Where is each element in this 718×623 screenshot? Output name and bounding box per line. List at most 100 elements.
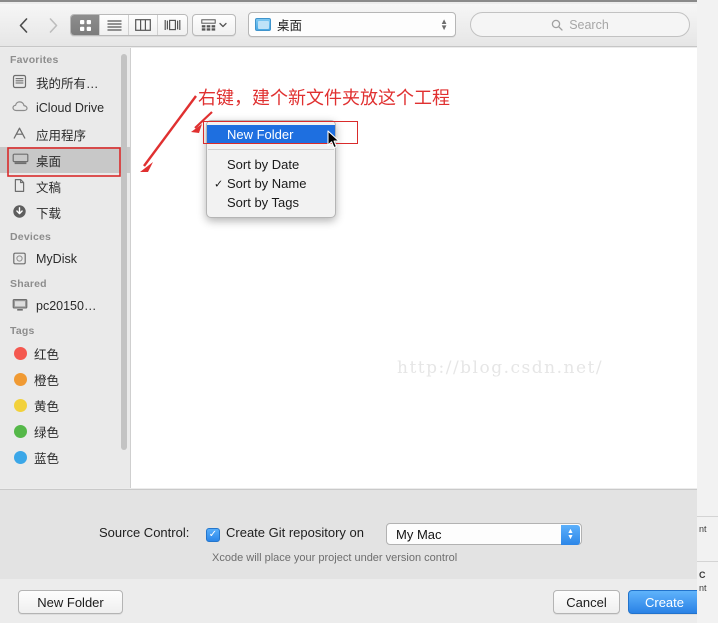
sidebar-item-icloud-drive[interactable]: iCloud Drive [0,95,130,121]
search-placeholder: Search [569,17,609,32]
create-button[interactable]: Create [628,590,697,614]
sidebar-item-label: iCloud Drive [36,101,105,115]
back-button[interactable] [8,13,38,37]
context-menu-item-sort-by-name[interactable]: ✓ Sort by Name [207,174,335,193]
location-popup-button[interactable]: 桌面 ▲ ▼ [248,12,456,37]
downloads-icon [12,204,29,220]
stepper-chevrons-icon: ▲ ▼ [440,16,448,32]
view-mode-group [70,14,188,36]
sidebar-item-all-my-files[interactable]: 我的所有… [0,69,130,95]
disk-icon [12,251,29,267]
dialog-toolbar: 桌面 ▲ ▼ Search [0,4,697,47]
chevron-left-icon [19,17,27,33]
file-list-pane[interactable]: http://blog.csdn.net/ [132,48,697,488]
sidebar-item-documents[interactable]: 文稿 [0,173,130,199]
create-git-repository-checkbox[interactable]: ✓ [206,528,220,542]
tag-dot-icon [14,372,27,386]
create-git-repository-label: Create Git repository on [226,525,365,540]
context-menu-item-label: Sort by Name [227,176,307,191]
sidebar-item-applications[interactable]: 应用程序 [0,121,130,147]
annotation-text: 右键，建个新文件夹放这个工程 [198,88,450,109]
location-label: 桌面 [277,19,303,33]
sidebar-item-label: 橙色 [34,373,60,388]
column-view-button[interactable] [129,15,158,35]
checkmark-icon: ✓ [214,178,224,190]
sidebar-item-label: 我的所有… [36,76,99,91]
source-control-hint: Xcode will place your project under vers… [212,552,458,564]
bg-divider [697,561,718,562]
sidebar-item-label: 蓝色 [34,451,60,466]
coverflow-view-button[interactable] [158,15,187,35]
sidebar-section-favorites-title: Favorites [10,54,59,66]
chevron-down-icon [219,22,227,28]
context-menu-item-sort-by-date[interactable]: Sort by Date [207,155,335,174]
context-menu-separator [208,149,334,150]
sidebar-item-label: pc20150… [36,299,97,313]
sidebar-section-tags-title: Tags [10,325,35,337]
sidebar-scrollbar[interactable] [120,54,128,478]
sidebar-item-label: 红色 [34,347,60,362]
sidebar-scrollbar-thumb[interactable] [121,54,127,450]
applications-icon [12,126,29,142]
bg-divider [697,516,718,517]
watermark: http://blog.csdn.net/ [397,358,604,378]
context-menu-item-sort-by-tags[interactable]: Sort by Tags [207,193,335,212]
git-location-value: My Mac [396,526,442,542]
arrange-button[interactable] [192,14,236,36]
sidebar-item-tag-green[interactable]: 绿色 [0,418,130,444]
checkmark-icon: ✓ [208,529,218,540]
search-field[interactable]: Search [470,12,690,37]
list-view-button[interactable] [100,15,129,35]
sidebar: Favorites 我的所有… iCloud Drive 应用程序 桌面 文稿 … [0,48,131,488]
search-icon [551,19,563,31]
icon-view-button[interactable] [71,15,100,35]
column-view-icon [135,19,151,31]
sidebar-item-label: 绿色 [34,425,60,440]
sidebar-item-mydisk[interactable]: MyDisk [0,246,130,272]
desktop-icon [12,152,29,168]
browser-area: Favorites 我的所有… iCloud Drive 应用程序 桌面 文稿 … [0,48,697,488]
mouse-cursor-icon [327,130,340,149]
tag-dot-icon [14,398,27,412]
sidebar-item-label: 应用程序 [36,128,87,143]
context-menu-item-label: Sort by Date [227,157,300,172]
bg-text-fragment: nt [699,524,707,534]
bg-text-fragment: nt [699,583,707,593]
sidebar-item-label: MyDisk [36,252,77,266]
icon-view-icon [79,19,91,31]
sidebar-item-tag-orange[interactable]: 橙色 [0,366,130,392]
sidebar-item-tag-red[interactable]: 红色 [0,340,130,366]
sidebar-item-label: 文稿 [36,180,62,195]
sidebar-item-label: 黄色 [34,399,60,414]
sidebar-item-shared-computer[interactable]: pc20150… [0,293,130,319]
arrange-icon [201,19,216,31]
git-location-select[interactable]: My Mac ▲ ▼ [386,523,582,545]
sidebar-item-desktop[interactable]: 桌面 [0,147,130,173]
tag-dot-icon [14,450,27,464]
background-window[interactable]: nt C nt [696,0,718,623]
computer-icon [12,298,29,314]
list-view-icon [106,20,122,31]
all-my-files-icon [12,74,29,90]
dialog-footer: New Folder Cancel Create [0,579,697,623]
cancel-button[interactable]: Cancel [553,590,620,614]
sidebar-item-tag-blue[interactable]: 蓝色 [0,444,130,470]
folder-icon [255,18,271,31]
screen: nt C nt 桌面 ▲ ▼ Search Favorites 我的所有… iC… [0,0,718,623]
coverflow-view-icon [164,19,181,31]
forward-button[interactable] [38,13,68,37]
sidebar-item-tag-yellow[interactable]: 黄色 [0,392,130,418]
sidebar-item-downloads[interactable]: 下载 [0,199,130,225]
new-folder-button[interactable]: New Folder [18,590,123,614]
documents-icon [12,178,29,194]
context-menu-item-label: Sort by Tags [227,195,300,210]
tag-dot-icon [14,424,27,438]
sidebar-section-shared-title: Shared [10,278,47,290]
sidebar-item-label: 桌面 [36,154,62,169]
tag-dot-icon [14,346,27,360]
navigation-buttons [8,13,68,37]
chevron-right-icon [49,17,57,33]
source-control-label: Source Control: [99,525,190,540]
stepper-chevrons-icon: ▲ ▼ [561,525,580,545]
cloud-icon [12,100,29,116]
